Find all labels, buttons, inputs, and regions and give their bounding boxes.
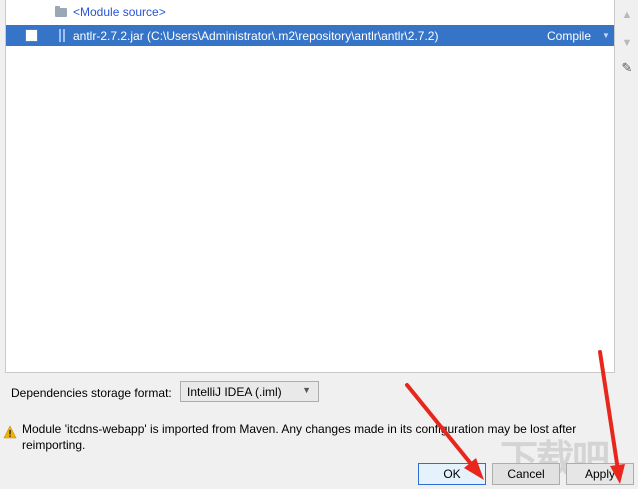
apply-button[interactable]: Apply: [566, 463, 634, 485]
dependency-label: antlr-2.7.2.jar (C:\Users\Administrator\…: [73, 29, 439, 43]
warning-icon: [3, 425, 17, 439]
arrow-down-icon[interactable]: ▼: [620, 36, 634, 50]
arrow-up-icon[interactable]: ▲: [620, 8, 634, 22]
export-checkbox[interactable]: [25, 29, 38, 42]
storage-format-label: Dependencies storage format:: [11, 386, 172, 400]
jar-icon: [58, 29, 67, 42]
chevron-down-icon: ▼: [302, 385, 311, 395]
dependencies-toolbar: ▲ ▼ ✎: [614, 0, 638, 372]
storage-format-select[interactable]: IntelliJ IDEA (.iml) ▼: [180, 381, 319, 402]
folder-icon: [55, 6, 67, 17]
dependencies-list[interactable]: <Module source> antlr-2.7.2.jar (C:\User…: [5, 0, 615, 373]
dependency-row[interactable]: antlr-2.7.2.jar (C:\Users\Administrator\…: [6, 25, 614, 46]
module-source-label: <Module source>: [73, 5, 166, 19]
ok-button[interactable]: OK: [418, 463, 486, 485]
chevron-down-icon[interactable]: ▼: [602, 31, 610, 40]
cancel-button[interactable]: Cancel: [492, 463, 560, 485]
pencil-icon[interactable]: ✎: [620, 61, 634, 75]
scope-select[interactable]: Compile: [547, 29, 591, 43]
module-source-row[interactable]: <Module source>: [6, 4, 614, 24]
storage-format-value: IntelliJ IDEA (.iml): [187, 385, 282, 399]
